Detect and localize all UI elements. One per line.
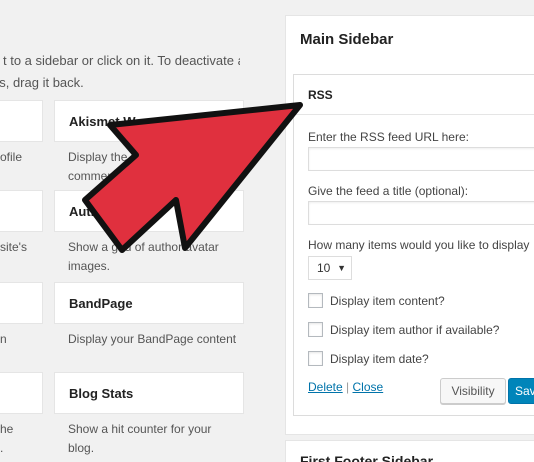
widget-blog-stats-title: Blog Stats: [69, 385, 134, 401]
widget-left-3-desc: n: [0, 332, 7, 346]
link-separator: |: [346, 380, 350, 394]
intro-line-1: t to a sidebar or click on it. To deacti…: [3, 53, 240, 68]
rss-widget-title: RSS: [308, 88, 333, 102]
rss-show-date-checkbox[interactable]: [308, 351, 323, 366]
widget-left-1[interactable]: [0, 100, 43, 142]
save-button[interactable]: Sav: [508, 378, 534, 404]
rss-show-content-row[interactable]: Display item content?: [308, 293, 445, 308]
widget-bandpage[interactable]: BandPage: [54, 282, 244, 324]
rss-show-date-row[interactable]: Display item date?: [308, 351, 429, 366]
widget-blog-stats-desc-line1: Show a hit counter for your: [68, 422, 212, 436]
first-footer-sidebar-title[interactable]: First Footer Sidebar: [300, 453, 433, 462]
widget-blog-stats-desc-line2: blog.: [68, 441, 95, 455]
widget-left-1-desc: ofile: [0, 150, 23, 164]
widget-blog-stats-desc: Show a hit counter for your blog.: [68, 420, 243, 458]
rss-widget-panel: RSS Enter the RSS feed URL here: Give th…: [293, 74, 534, 416]
rss-items-count-label: How many items would you like to display: [308, 238, 530, 252]
widget-bandpage-title: BandPage: [69, 295, 133, 311]
widget-author-grid-title: Autho: [69, 203, 107, 219]
widget-akismet[interactable]: Akismet W: [54, 100, 244, 142]
widget-author-grid-desc-line1: Show a grid of author avatar: [68, 240, 219, 254]
rss-show-author-label: Display item author if available?: [330, 322, 500, 337]
widget-left-4-desc-line2: .: [0, 441, 4, 455]
widget-author-grid-desc: Show a grid of author avatar images.: [68, 238, 243, 276]
widget-akismet-desc-line2: comments b: [68, 169, 134, 183]
delete-link[interactable]: Delete: [308, 380, 343, 394]
widget-bandpage-desc: Display your BandPage content: [68, 332, 237, 346]
widget-left-2[interactable]: [0, 190, 43, 232]
rss-show-author-checkbox[interactable]: [308, 322, 323, 337]
rss-widget-links: Delete | Close: [308, 380, 383, 394]
rss-show-content-checkbox[interactable]: [308, 293, 323, 308]
first-footer-sidebar-panel: First Footer Sidebar: [285, 440, 534, 462]
rss-feed-title-label: Give the feed a title (optional):: [308, 184, 469, 198]
rss-items-count-select[interactable]: 10 ▼: [308, 256, 352, 280]
rss-items-count-value: 10: [317, 261, 331, 275]
rss-show-content-label: Display item content?: [330, 293, 445, 308]
main-sidebar-title[interactable]: Main Sidebar: [300, 31, 393, 48]
caret-down-icon: ▼: [337, 263, 346, 273]
intro-line-2: gs, drag it back.: [0, 75, 84, 90]
rss-widget-header[interactable]: RSS: [294, 75, 534, 115]
rss-feed-title-input[interactable]: [308, 201, 534, 225]
rss-show-author-row[interactable]: Display item author if available?: [308, 322, 499, 337]
rss-url-input[interactable]: [308, 147, 534, 171]
widget-author-grid[interactable]: Autho: [54, 190, 244, 232]
close-link[interactable]: Close: [353, 380, 384, 394]
widget-left-4[interactable]: [0, 372, 43, 414]
visibility-button[interactable]: Visibility: [440, 378, 506, 404]
widget-left-2-desc: site's: [0, 240, 27, 254]
rss-url-label: Enter the RSS feed URL here:: [308, 130, 469, 144]
widget-left-4-desc-line1: he: [0, 422, 14, 436]
widgets-intro-text: t to a sidebar or click on it. To deacti…: [0, 50, 240, 94]
widget-akismet-desc-line1: Display the numb: [68, 150, 161, 164]
widget-left-3[interactable]: [0, 282, 43, 324]
widget-author-grid-desc-line2: images.: [68, 259, 111, 273]
rss-show-date-label: Display item date?: [330, 351, 429, 366]
widget-blog-stats[interactable]: Blog Stats: [54, 372, 244, 414]
widget-left-4-desc: he .: [0, 420, 40, 458]
widget-akismet-desc: Display the numb comments b: [68, 148, 238, 186]
widget-akismet-title: Akismet W: [69, 113, 136, 129]
